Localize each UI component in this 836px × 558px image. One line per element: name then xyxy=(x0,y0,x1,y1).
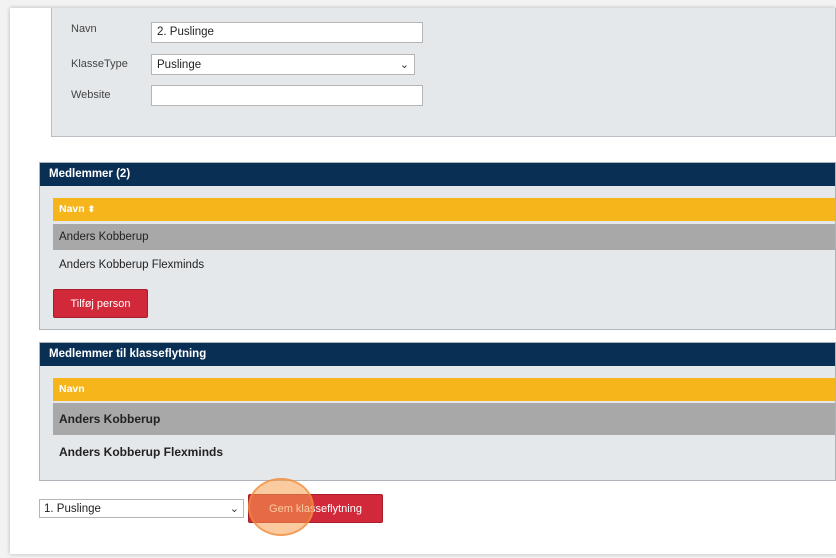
members-name-column-header[interactable]: Navn ⬍ xyxy=(53,198,835,221)
add-person-button[interactable]: Tilføj person xyxy=(53,289,148,318)
transfer-section: Medlemmer til klasseflytning Navn Anders… xyxy=(39,342,836,481)
website-label: Website xyxy=(71,89,111,101)
chevron-down-icon: ⌄ xyxy=(229,503,239,515)
target-class-select-value: 1. Puslinge xyxy=(44,502,101,515)
members-name-column-label: Navn xyxy=(59,203,85,215)
navn-label: Navn xyxy=(71,23,97,35)
member-name: Anders Kobberup Flexminds xyxy=(59,259,205,271)
table-row[interactable]: Anders Kobberup Flexminds xyxy=(53,252,835,278)
members-section: Medlemmer (2) Navn ⬍ Anders Kobberup And… xyxy=(39,162,836,330)
klassetype-select-value: Puslinge xyxy=(157,58,202,71)
table-row[interactable]: Anders Kobberup xyxy=(53,403,835,435)
chevron-down-icon: ⌄ xyxy=(399,59,409,71)
sort-icon: ⬍ xyxy=(87,204,96,214)
transfer-member-name: Anders Kobberup Flexminds xyxy=(59,445,224,459)
transfer-name-column-header[interactable]: Navn xyxy=(53,378,835,401)
transfer-member-name: Anders Kobberup xyxy=(59,412,161,426)
save-transfer-button[interactable]: Gem klasseflytning xyxy=(248,494,383,523)
members-section-title: Medlemmer (2) xyxy=(40,163,835,186)
website-input[interactable] xyxy=(151,85,423,106)
klassetype-label: KlasseType xyxy=(71,58,128,70)
table-row[interactable]: Anders Kobberup xyxy=(53,224,835,250)
navn-input[interactable]: 2. Puslinge xyxy=(151,22,423,43)
klassetype-select[interactable]: Puslinge ⌄ xyxy=(151,54,415,75)
target-class-select[interactable]: 1. Puslinge ⌄ xyxy=(39,499,244,518)
transfer-section-title: Medlemmer til klasseflytning xyxy=(40,343,835,366)
member-name: Anders Kobberup xyxy=(59,231,149,243)
table-row[interactable]: Anders Kobberup Flexminds xyxy=(53,437,835,467)
